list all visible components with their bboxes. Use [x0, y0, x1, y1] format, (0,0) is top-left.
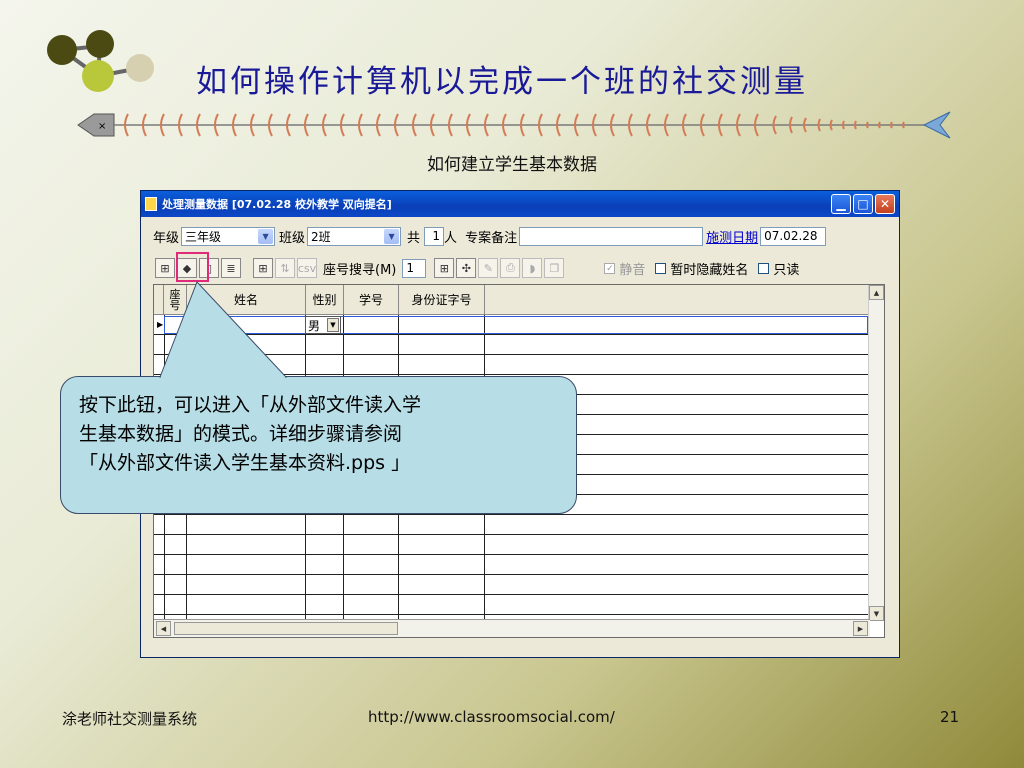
toolbar: ⊞ ◆ ▯ ≣ ⊞ ⇅ csv 座号搜寻(M) 1 ⊞ ✣ ✎ ⎙ ◗ ❐ ✓ 静… — [155, 257, 799, 279]
filter-row: 年级 三年级 ▼ 班级 2班 ▼ 共 1 人 专案备注 施测日期 07.02.28 — [153, 225, 827, 247]
scroll-left-icon[interactable]: ◀ — [156, 621, 171, 636]
edit-button[interactable]: ✎ — [478, 258, 499, 278]
table-row[interactable] — [164, 316, 868, 334]
slide-subtitle: 如何建立学生基本数据 — [427, 155, 597, 175]
horizontal-scroll-thumb[interactable] — [174, 622, 398, 635]
note-label: 专案备注 — [465, 230, 518, 246]
page-number: 21 — [940, 708, 960, 726]
maximize-icon: □ — [857, 197, 869, 211]
molecule-logo-icon — [47, 30, 154, 92]
chevron-down-icon: ▼ — [384, 228, 400, 244]
callout-box: 按下此钮，可以进入「从外部文件读入学 生基本数据」的模式。详细步骤请参阅 「从外… — [60, 376, 577, 514]
note-input[interactable] — [519, 226, 704, 246]
person-label: 人 — [444, 230, 458, 246]
sort-button[interactable]: ⇅ — [275, 258, 295, 278]
class-label: 班级 — [279, 230, 306, 246]
mute-label: 静音 — [619, 262, 646, 278]
total-label: 共 — [407, 230, 421, 246]
seat-search-input[interactable]: 1 — [402, 258, 427, 278]
chart-icon: ◗ — [529, 261, 536, 275]
layout-button[interactable]: ⊞ — [434, 258, 455, 278]
current-row-indicator-icon: ▶ — [157, 320, 164, 329]
window-title: 处理测量数据 [07.02.28 校外教学 双向提名] — [162, 198, 392, 211]
grade-select[interactable]: 三年级 ▼ — [181, 226, 276, 246]
close-icon: ✕ — [879, 197, 891, 211]
maximize-button[interactable]: □ — [853, 194, 873, 214]
footer-url[interactable]: http://www.classroomsocial.com/ — [368, 708, 615, 726]
grade-label: 年级 — [153, 230, 180, 246]
hide-names-label: 暂时隐藏姓名 — [670, 262, 749, 278]
app-icon — [145, 197, 157, 211]
vertical-scrollbar[interactable]: ▲ ▼ — [868, 285, 884, 621]
callout-line-3: 「从外部文件读入学生基本资料.pps 」 — [79, 452, 411, 474]
svg-text:×: × — [98, 121, 106, 132]
row-header-corner — [154, 285, 164, 315]
test-date-input[interactable]: 07.02.28 — [760, 226, 827, 246]
grid-view-button[interactable]: ⊞ — [155, 258, 175, 278]
table-button[interactable]: ⊞ — [253, 258, 273, 278]
edit-icon: ✎ — [483, 261, 493, 275]
readonly-checkbox[interactable] — [758, 262, 770, 274]
csv-icon: csv — [297, 261, 317, 275]
scroll-up-icon[interactable]: ▲ — [869, 285, 884, 300]
copy-button[interactable]: ❐ — [544, 258, 565, 278]
hide-names-checkbox[interactable] — [655, 262, 667, 274]
chart-button[interactable]: ◗ — [522, 258, 543, 278]
minimize-icon: ▁ — [836, 197, 846, 211]
mute-checkbox[interactable]: ✓ — [604, 262, 616, 274]
import-button-highlight — [176, 252, 209, 282]
readonly-label: 只读 — [773, 262, 800, 278]
footer-system-name: 涂老师社交测量系统 — [62, 710, 198, 728]
network-button[interactable]: ✣ — [456, 258, 477, 278]
sort-icon: ⇅ — [280, 261, 290, 275]
seat-search-label: 座号搜寻(M) — [323, 262, 397, 278]
grid-icon: ⊞ — [160, 261, 170, 275]
class-value: 2班 — [311, 229, 331, 244]
callout-line-2: 生基本数据」的模式。详细步骤请参阅 — [79, 423, 403, 445]
copy-icon: ❐ — [549, 261, 560, 275]
column-header-name[interactable]: 姓名 — [187, 285, 306, 315]
minimize-button[interactable]: ▁ — [831, 194, 851, 214]
network-icon: ✣ — [461, 261, 471, 275]
layout-icon: ⊞ — [439, 261, 449, 275]
chevron-down-icon: ▼ — [258, 228, 274, 244]
grade-value: 三年级 — [185, 229, 222, 244]
column-header-blank — [485, 285, 870, 315]
printer-icon: ⎙ — [505, 261, 515, 274]
test-date-link[interactable]: 施测日期 — [706, 227, 758, 246]
print-button[interactable]: ⎙ — [500, 258, 521, 278]
total-count-field: 1 — [424, 226, 445, 246]
horizontal-scrollbar[interactable]: ◀ ▶ — [154, 619, 870, 637]
slide-title: 如何操作计算机以完成一个班的社交测量 — [196, 64, 808, 100]
scroll-down-icon[interactable]: ▼ — [869, 606, 884, 621]
column-header-student-id[interactable]: 学号 — [344, 285, 399, 315]
class-select[interactable]: 2班 ▼ — [307, 226, 402, 246]
callout-line-1: 按下此钮，可以进入「从外部文件读入学 — [79, 394, 422, 416]
column-header-seat[interactable]: 座号 — [164, 285, 187, 315]
column-header-id-number[interactable]: 身份证字号 — [399, 285, 485, 315]
chevron-down-icon: ▼ — [327, 318, 339, 332]
gender-select[interactable]: 男 ▼ — [305, 316, 341, 334]
notes-button[interactable]: ≣ — [221, 258, 241, 278]
column-header-gender[interactable]: 性别 — [306, 285, 344, 315]
window-titlebar[interactable]: 处理测量数据 [07.02.28 校外教学 双向提名] ▁ □ ✕ — [141, 191, 899, 217]
csv-export-button[interactable]: csv — [297, 258, 317, 278]
fishbone-divider-icon: × — [77, 111, 951, 139]
gender-value: 男 — [308, 318, 321, 333]
list-icon: ≣ — [226, 261, 236, 275]
scroll-right-icon[interactable]: ▶ — [853, 621, 868, 636]
table-icon: ⊞ — [258, 261, 268, 275]
close-button[interactable]: ✕ — [875, 194, 895, 214]
